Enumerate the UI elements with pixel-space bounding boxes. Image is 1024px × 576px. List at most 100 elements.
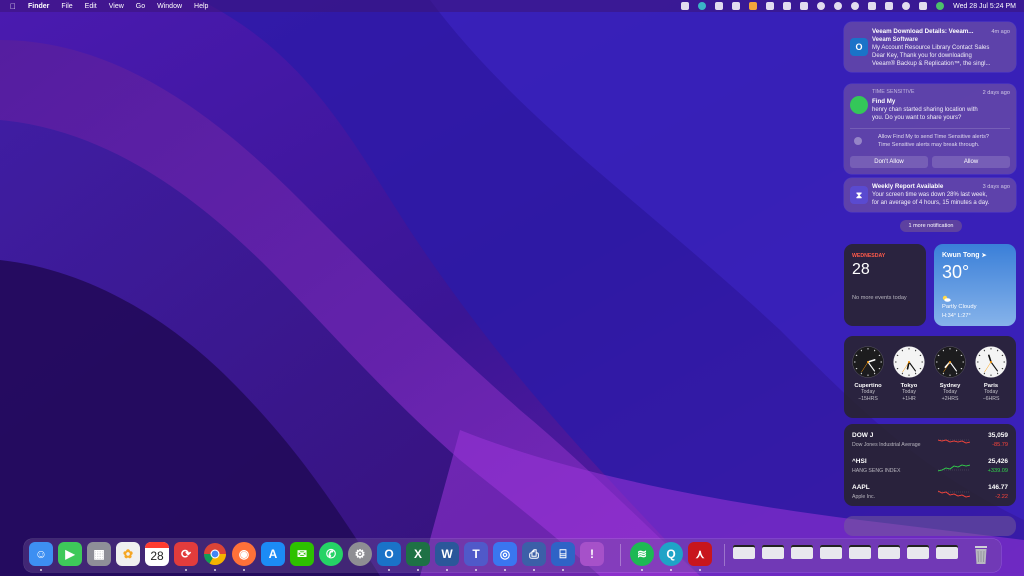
siri-icon[interactable] — [936, 2, 945, 10]
m-icon[interactable] — [800, 2, 809, 10]
notification-card-findmy[interactable]: TIME SENSITIVE 2 days ago Find My henry … — [844, 84, 1016, 174]
stock-symbol: ^HSI — [852, 458, 867, 465]
photos-icon[interactable]: ✿ — [116, 542, 140, 566]
clock-offset: −6HRS — [982, 396, 1000, 402]
stock-price: 146.77 — [988, 484, 1008, 491]
stock-change: -2.22 — [995, 494, 1008, 500]
bluetooth-icon[interactable] — [817, 2, 826, 10]
menu-datetime[interactable]: Wed 28 Jul 5:24 PM — [953, 3, 1016, 10]
more-notifications-button[interactable]: 1 more notification — [900, 220, 962, 232]
sync-app-icon[interactable]: ⟳ — [174, 542, 198, 571]
stock-row[interactable]: ^HSI HANG SENG INDEX 25,426 +339.09 — [852, 458, 1008, 480]
menu-file[interactable]: File — [61, 3, 72, 10]
apple-menu-icon[interactable]:  — [10, 2, 16, 11]
teal-app-icon[interactable] — [698, 2, 707, 10]
menu-go[interactable]: Go — [136, 3, 145, 10]
wifi-icon[interactable] — [834, 2, 843, 10]
location-arrow-icon: ➤ — [981, 253, 987, 259]
stock-row[interactable]: AAPL Apple Inc. 146.77 -2.22 — [852, 484, 1008, 506]
notification-card-outlook[interactable]: O Veeam Download Details: Veeam... 4m ag… — [844, 22, 1016, 72]
calendar-icon[interactable]: 28 — [145, 542, 169, 566]
menu-window[interactable]: Window — [157, 3, 182, 10]
notification-time: 2 days ago — [982, 90, 1010, 96]
minimized-window[interactable] — [791, 545, 813, 559]
stock-change: -85.79 — [992, 442, 1008, 448]
chrome-icon[interactable] — [203, 542, 227, 571]
clock-icon[interactable] — [851, 2, 860, 10]
stock-change: +339.09 — [987, 468, 1008, 474]
find-my-icon — [850, 96, 868, 114]
hourglass-icon: ⧗ — [850, 186, 868, 204]
app-store-icon[interactable]: A — [261, 542, 285, 566]
clock-cupertino: Cupertino Today −15HRS — [848, 346, 888, 403]
notification-title: Weekly Report Available — [872, 183, 944, 190]
text-a-icon[interactable] — [732, 2, 741, 10]
lock-icon[interactable] — [885, 2, 894, 10]
minimized-window[interactable] — [849, 545, 871, 559]
minimized-window[interactable] — [936, 545, 958, 559]
minimized-window[interactable] — [878, 545, 900, 559]
grid-icon[interactable] — [749, 2, 758, 10]
allow-button[interactable]: Allow — [932, 156, 1010, 168]
signal-icon[interactable]: ◎ — [493, 542, 517, 571]
outlook-icon: O — [850, 38, 868, 56]
stock-row[interactable]: DOW J Dow Jones Industrial Average 35,05… — [852, 432, 1008, 454]
search-icon[interactable] — [902, 2, 911, 10]
notification-time: 4m ago — [991, 29, 1010, 35]
partial-widget[interactable] — [844, 516, 1016, 536]
teams-icon[interactable]: T — [464, 542, 488, 571]
info-icon — [854, 137, 862, 145]
outlook-dock-icon[interactable]: O — [377, 542, 401, 571]
menu-app-name[interactable]: Finder — [28, 3, 49, 10]
control-center-icon[interactable] — [919, 2, 928, 10]
menu-help[interactable]: Help — [194, 3, 208, 10]
notification-line: you. Do you want to share yours? — [872, 115, 962, 121]
clock-offset: −15HRS — [858, 396, 878, 402]
scanner-icon[interactable]: ⌸ — [551, 542, 575, 571]
wechat-icon[interactable]: ✉ — [290, 542, 314, 566]
screen-icon[interactable] — [681, 2, 690, 10]
minimized-window[interactable] — [907, 545, 929, 559]
stock-sparkline — [938, 490, 970, 498]
display-icon[interactable] — [766, 2, 775, 10]
calendar-events: No more events today — [852, 295, 907, 301]
stock-name: Apple Inc. — [852, 494, 876, 500]
excel-icon[interactable]: X — [406, 542, 430, 571]
launchpad-icon[interactable]: ▦ — [87, 542, 111, 566]
dont-allow-button[interactable]: Don't Allow — [850, 156, 928, 168]
world-clock-widget[interactable]: Cupertino Today −15HRS Tokyo Today +1HR … — [844, 336, 1016, 418]
quicktime-search-icon[interactable]: Q — [659, 542, 683, 571]
stocks-widget[interactable]: DOW J Dow Jones Industrial Average 35,05… — [844, 424, 1016, 506]
printer-icon[interactable]: ⎙ — [522, 542, 546, 571]
minimized-window[interactable] — [733, 545, 755, 559]
spotify-icon[interactable]: ≋ — [630, 542, 654, 571]
analog-clock-icon — [975, 346, 1007, 378]
system-preferences-icon[interactable]: ⚙ — [348, 542, 372, 566]
whatsapp-icon[interactable]: ✆ — [319, 542, 343, 566]
clock-sydney: Sydney Today +2HRS — [930, 346, 970, 403]
notification-card-screen-time[interactable]: ⧗ Weekly Report Available 3 days ago You… — [844, 178, 1016, 212]
finder-icon[interactable]: ☺ — [29, 542, 53, 571]
weather-widget[interactable]: Kwun Tong ➤ 30° Partly Cloudy H:34° L:27… — [934, 244, 1016, 326]
dock: ☺ ▶ ▦ ✿ 28 ⟳ ◉ A ✉ ✆ ⚙ O X W T ◎ ⎙ ⌸ ! ≋… — [24, 539, 1001, 572]
minimized-window[interactable] — [762, 545, 784, 559]
acrobat-icon[interactable]: ⋏ — [688, 542, 712, 571]
app-icon[interactable] — [715, 2, 724, 10]
calendar-widget[interactable]: WEDNESDAY 28 No more events today — [844, 244, 926, 326]
menu-edit[interactable]: Edit — [85, 3, 97, 10]
notification-title: Veeam Download Details: Veeam... — [872, 28, 974, 35]
stock-price: 25,426 — [988, 458, 1008, 465]
feedback-icon[interactable]: ! — [580, 542, 604, 566]
notification-line: Your screen time was down 28% last week, — [872, 192, 988, 198]
word-icon[interactable]: W — [435, 542, 459, 571]
firefox-icon[interactable]: ◉ — [232, 542, 256, 571]
menu-view[interactable]: View — [109, 3, 124, 10]
weather-high-low: H:34° L:27° — [942, 313, 971, 319]
notification-line: My Account Resource Library Contact Sale… — [872, 45, 990, 51]
minimized-window[interactable] — [820, 545, 842, 559]
trash-icon[interactable] — [969, 542, 993, 566]
weather-condition: Partly Cloudy — [942, 304, 977, 310]
facetime-icon[interactable]: ▶ — [58, 542, 82, 566]
battery-icon[interactable] — [868, 2, 877, 10]
chat-icon[interactable] — [783, 2, 792, 10]
